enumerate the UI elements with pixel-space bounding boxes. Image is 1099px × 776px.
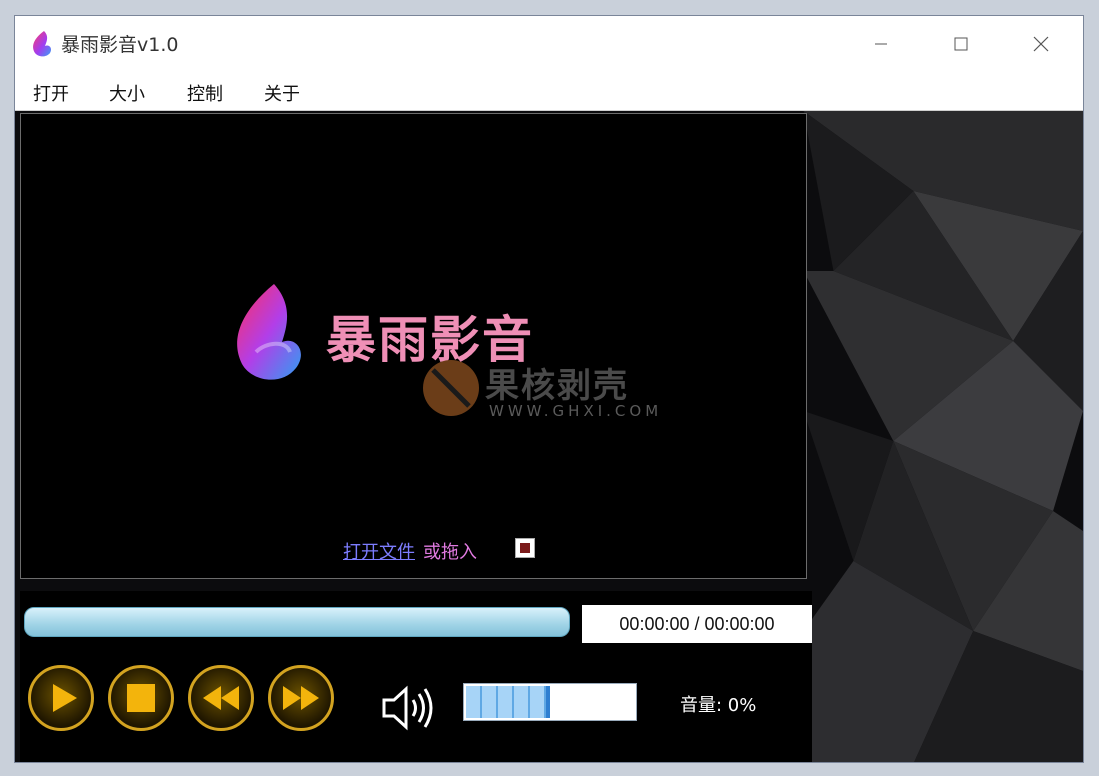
brand-drop-icon [237, 284, 301, 380]
rewind-button[interactable] [188, 665, 254, 731]
watermark: 果核剥壳 WWW.GHXI.COM [421, 358, 721, 428]
menu-size[interactable]: 大小 [109, 80, 145, 106]
volume-slider-fill [466, 686, 550, 718]
close-icon [1033, 36, 1049, 51]
play-icon [53, 684, 77, 712]
time-display: 00:00:00 / 00:00:00 [582, 605, 812, 643]
rewind-icon [203, 686, 239, 710]
content-area: 暴雨影音 果核剥壳 WWW.GHXI.COM 打开文件 或拖入 00:00:00 … [15, 111, 1083, 762]
open-file-link[interactable]: 打开文件 [343, 542, 415, 563]
watermark-logo-icon [423, 360, 479, 416]
stop-button[interactable] [108, 665, 174, 731]
fast-forward-button[interactable] [268, 665, 334, 731]
title-bar[interactable]: 暴雨影音v1.0 [15, 16, 1083, 71]
drop-target-icon[interactable] [515, 538, 535, 558]
close-button[interactable] [1001, 16, 1081, 71]
stop-icon [127, 684, 155, 712]
drag-hint: 或拖入 [423, 542, 477, 563]
watermark-text: 果核剥壳 [485, 366, 629, 406]
maximize-button[interactable] [921, 16, 1001, 71]
control-panel: 00:00:00 / 00:00:00 音量: 0% [20, 591, 812, 762]
watermark-url: WWW.GHXI.COM [489, 402, 663, 420]
window-title: 暴雨影音v1.0 [61, 34, 179, 56]
maximize-icon [954, 37, 968, 50]
menu-bar: 打开 大小 控制 关于 [15, 71, 1083, 111]
seek-bar[interactable] [24, 607, 570, 637]
play-button[interactable] [28, 665, 94, 731]
speaker-icon[interactable] [380, 683, 440, 733]
menu-control[interactable]: 控制 [187, 80, 223, 106]
player-window: 暴雨影音v1.0 打开 大小 控制 关于 暴雨影音 果核剥壳 WWW.GHXI.… [14, 15, 1084, 763]
app-logo-icon [33, 31, 52, 57]
open-prompt: 打开文件 或拖入 [343, 538, 477, 564]
volume-label: 音量: 0% [680, 695, 757, 716]
menu-open[interactable]: 打开 [33, 80, 69, 106]
menu-about[interactable]: 关于 [264, 80, 300, 106]
video-area[interactable]: 暴雨影音 果核剥壳 WWW.GHXI.COM 打开文件 或拖入 [20, 113, 807, 579]
fast-forward-icon [283, 686, 319, 710]
minimize-icon [875, 43, 887, 44]
minimize-button[interactable] [841, 16, 921, 71]
volume-slider[interactable] [463, 683, 637, 721]
